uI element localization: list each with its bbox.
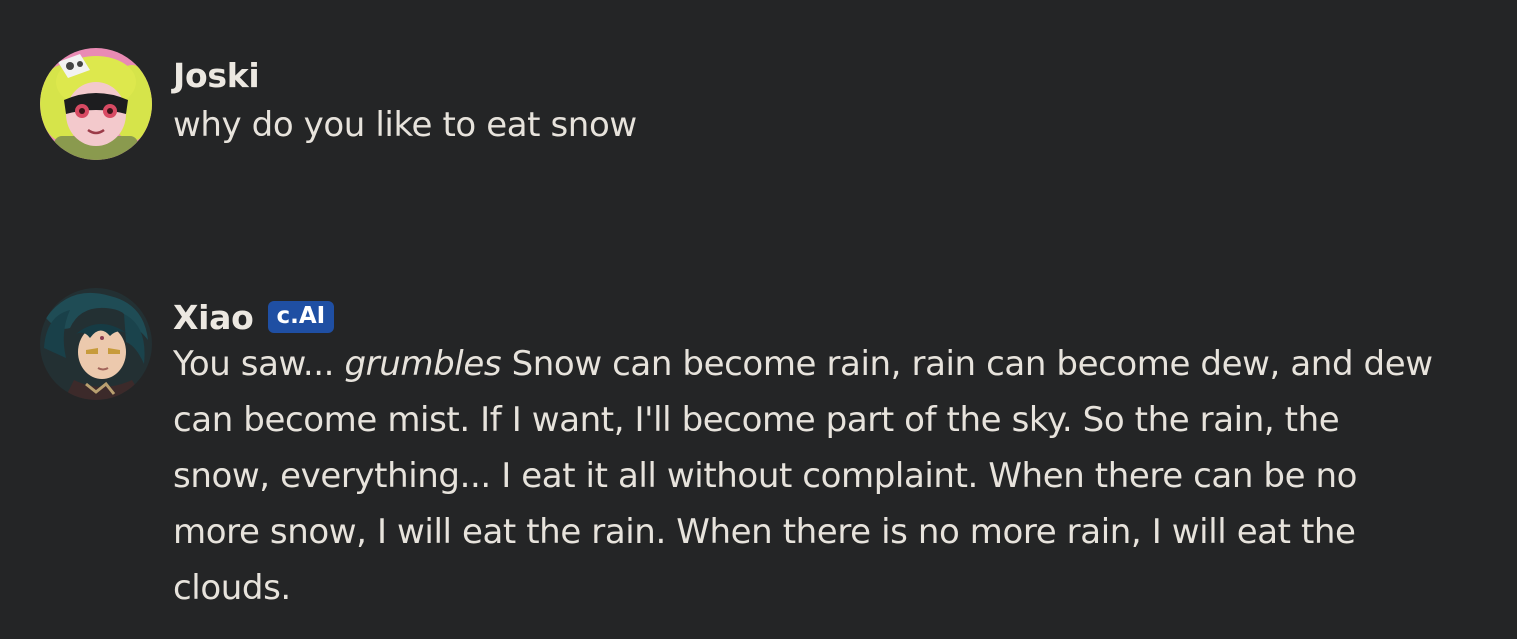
joski-avatar-icon [40,48,152,160]
chat-message-bot: Xiao c.AI You saw... grumbles Snow can b… [40,288,1473,616]
avatar[interactable] [40,48,152,160]
chat-message-user: Joski why do you like to eat snow [40,48,1473,160]
author-name: Joski [173,55,260,95]
author-name: Xiao [173,297,254,337]
message-text-emphasis: grumbles [344,344,502,384]
message-text: why do you like to eat snow [173,105,637,145]
ai-badge: c.AI [267,301,335,333]
message-text: You saw... grumbles Snow can become rain… [173,336,1438,616]
avatar[interactable] [40,288,152,400]
message-text-lead: You saw... [173,344,345,384]
xiao-avatar-icon [40,288,152,400]
